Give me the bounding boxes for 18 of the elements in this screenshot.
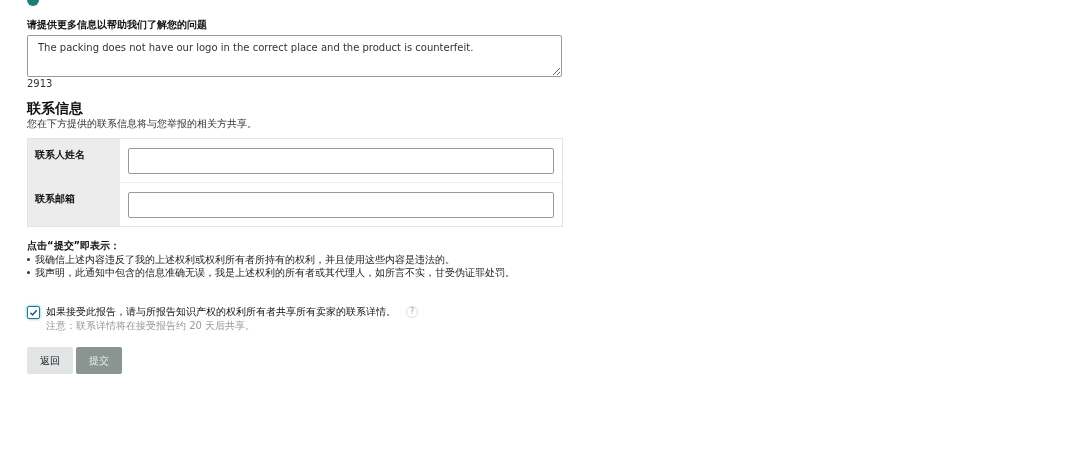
input-field[interactable] [128, 191, 554, 218]
section-subtitle: 您在下方提供的联系信息将与您举报的相关方共享。 [27, 117, 258, 130]
statement-item: 我确信上述内容违反了我的上述权利或权利所有者所持有的权利，并且使用这些内容是违法的。 [35, 253, 455, 266]
statement-title: 点击“提交”即表示： [27, 239, 122, 253]
back-button[interactable]: 返回 [27, 347, 73, 374]
statement-item: 我声明，此通知中包含的信息准确无误，我是上述权利的所有者或其代理人，如所言不实，甘受伪证罪处罚。 [35, 266, 515, 279]
input-field[interactable] [128, 147, 554, 174]
character-count: 2913 [27, 77, 54, 90]
field-label: 请提供更多信息以帮助我们了解您的问题 [27, 18, 208, 32]
field-label: 联系邮箱 [28, 183, 120, 226]
note: 注意：联系详情将在接受报告约 20 天后共享。 [46, 319, 257, 332]
details-field[interactable]: The packing does not have our logo in the correct place and the product is counterfeit. [27, 35, 562, 77]
bullet-icon [27, 271, 30, 274]
checkbox-label: 如果接受此报告，请与所报告知识产权的权利所有者共享所有卖家的联系详情。 [46, 305, 396, 319]
bullet-icon [27, 258, 30, 261]
checkbox[interactable] [27, 306, 40, 319]
section-title: 联系信息 [27, 100, 84, 117]
field-label: 联系人姓名 [28, 139, 120, 182]
